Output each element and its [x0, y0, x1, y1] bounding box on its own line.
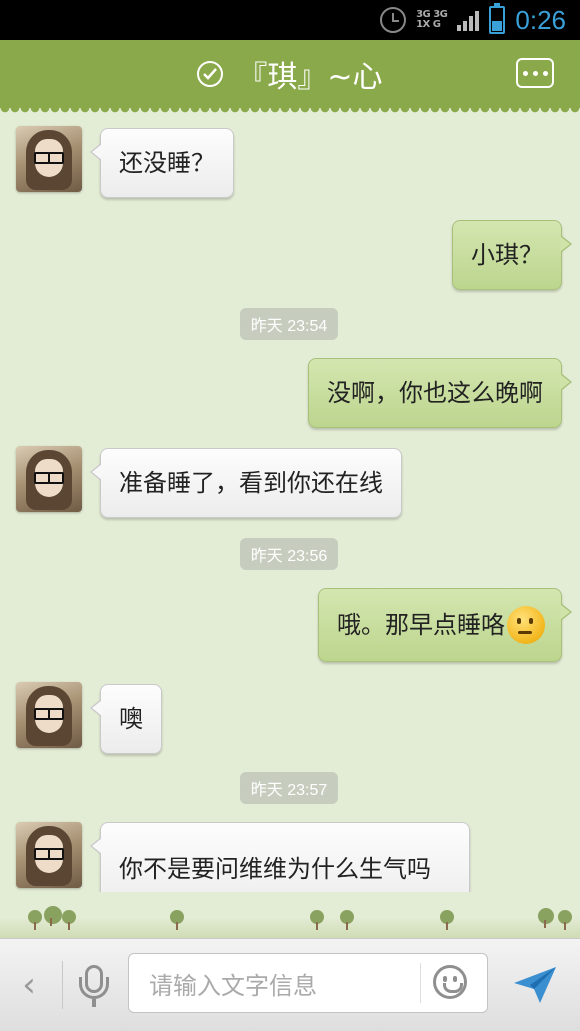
- voice-input-mic-icon[interactable]: [72, 959, 116, 1013]
- collapse-chevron-icon[interactable]: ‹: [14, 963, 44, 1007]
- outgoing-message-bubble[interactable]: 哦。那早点睡咯: [318, 588, 572, 662]
- message-text: 准备睡了，看到你还在线: [119, 469, 383, 497]
- contact-name: 『琪』~心: [237, 60, 383, 95]
- incoming-message-bubble[interactable]: 噢: [90, 684, 162, 754]
- outgoing-message-bubble[interactable]: 小琪？: [452, 220, 572, 290]
- contact-title[interactable]: 『琪』~心: [197, 52, 383, 96]
- message-text: 你不是要问维维为什么生气吗: [119, 855, 431, 883]
- timestamp-chip: 昨天 23:54: [240, 308, 338, 340]
- contact-avatar[interactable]: [16, 822, 82, 888]
- chat-header: 『琪』~心: [0, 40, 580, 114]
- timestamp-chip: 昨天 23:56: [240, 538, 338, 570]
- online-check-icon: [197, 61, 224, 87]
- chat-message-list[interactable]: 还没睡？ 小琪？ 昨天 23:54 没啊，你也这么晚啊 准备睡了，看到你还在线 …: [0, 108, 580, 938]
- message-text: 还没睡？: [119, 149, 215, 177]
- alarm-icon: [380, 7, 407, 33]
- timestamp-text: 昨天 23:57: [250, 782, 328, 799]
- message-text: 小琪？: [471, 241, 543, 269]
- timestamp-text: 昨天 23:56: [250, 548, 328, 565]
- send-icon[interactable]: [510, 963, 560, 1007]
- status-bar: 3G 3G 1X G 0:26: [0, 0, 580, 40]
- battery-icon: [489, 3, 506, 34]
- contact-avatar[interactable]: [16, 682, 82, 748]
- network-type-indicator: 3G 3G 1X G: [416, 9, 448, 30]
- more-options-button[interactable]: [516, 58, 554, 88]
- more-dots-icon: [522, 70, 528, 76]
- message-text: 没啊，你也这么晚啊: [327, 379, 543, 407]
- signal-strength-icon: [457, 9, 480, 31]
- chat-background-scenery: [0, 892, 580, 938]
- timestamp-text: 昨天 23:54: [250, 318, 328, 335]
- message-text: 哦。那早点睡咯: [337, 611, 505, 639]
- timestamp-chip: 昨天 23:57: [240, 772, 338, 804]
- contact-avatar[interactable]: [16, 446, 82, 512]
- input-placeholder: 请输入文字信息: [149, 971, 317, 1000]
- thinking-emoji-icon: [507, 606, 545, 644]
- incoming-message-bubble[interactable]: 还没睡？: [90, 128, 234, 198]
- message-text: 噢: [119, 705, 143, 733]
- emoji-picker-icon[interactable]: [433, 965, 467, 999]
- incoming-message-bubble[interactable]: 准备睡了，看到你还在线: [90, 448, 402, 518]
- status-time: 0:26: [515, 4, 566, 35]
- contact-avatar[interactable]: [16, 126, 82, 192]
- outgoing-message-bubble[interactable]: 没啊，你也这么晚啊: [308, 358, 572, 428]
- message-input-bar: ‹ 请输入文字信息: [0, 938, 580, 1031]
